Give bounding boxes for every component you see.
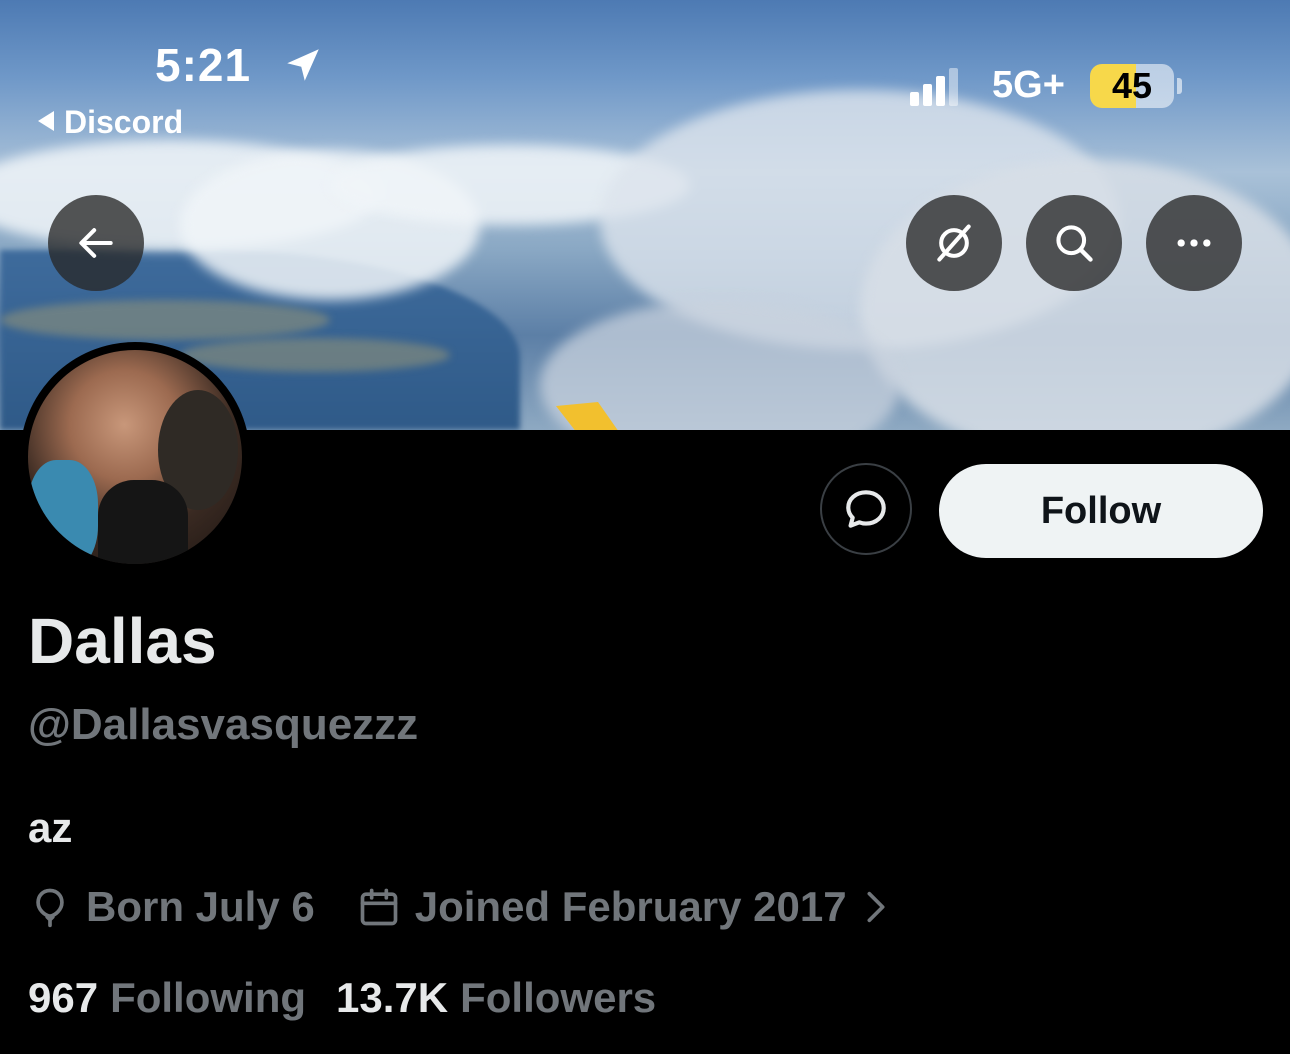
followers-link[interactable]: 13.7K Followers: [336, 974, 656, 1022]
joined-text: Joined February 2017: [414, 883, 847, 930]
followers-count: 13.7K: [336, 974, 449, 1021]
grok-icon: [937, 224, 971, 262]
status-time: 5:21: [155, 39, 252, 91]
network-type: 5G+: [992, 64, 1065, 106]
back-button[interactable]: [48, 195, 144, 291]
back-triangle-icon: [38, 111, 54, 131]
message-button[interactable]: [820, 463, 912, 555]
banner-land: [0, 300, 330, 340]
profile-stats: 967 Following 13.7K Followers: [28, 974, 686, 1022]
followers-label: Followers: [460, 974, 657, 1021]
profile-name: Dallas: [28, 605, 217, 677]
following-count: 967: [28, 974, 99, 1021]
avatar-photo: [28, 350, 242, 564]
follow-button[interactable]: Follow: [939, 464, 1263, 558]
joined-item[interactable]: Joined February 2017: [357, 883, 905, 931]
battery-indicator: 45: [1090, 64, 1174, 108]
profile-meta: Born July 6 Joined February 2017: [28, 882, 905, 932]
more-button[interactable]: [1146, 195, 1242, 291]
back-app-label: Discord: [64, 104, 184, 140]
arrow-left-icon: [79, 228, 113, 258]
more-horizontal-icon: [1177, 239, 1211, 247]
search-icon: [1056, 225, 1093, 262]
balloon-icon: [36, 888, 64, 928]
chat-bubble-icon: [846, 490, 886, 528]
search-button[interactable]: [1026, 195, 1122, 291]
battery-tip: [1177, 78, 1182, 94]
profile-avatar[interactable]: [20, 342, 250, 572]
profile-bio: az: [28, 804, 73, 851]
birthday-text: Born July 6: [86, 883, 315, 930]
profile-handle: @Dallasvasquezzz: [28, 700, 419, 749]
banner-land: [180, 338, 450, 372]
birthday-item: Born July 6: [28, 883, 315, 931]
location-arrow-icon: [287, 49, 319, 81]
grok-button[interactable]: [906, 195, 1002, 291]
cellular-signal-icon: [910, 68, 958, 106]
following-link[interactable]: 967 Following: [28, 974, 306, 1022]
back-to-app-link[interactable]: Discord: [38, 104, 183, 141]
chevron-right-icon: [867, 891, 885, 923]
calendar-icon: [360, 888, 398, 926]
following-label: Following: [110, 974, 307, 1021]
